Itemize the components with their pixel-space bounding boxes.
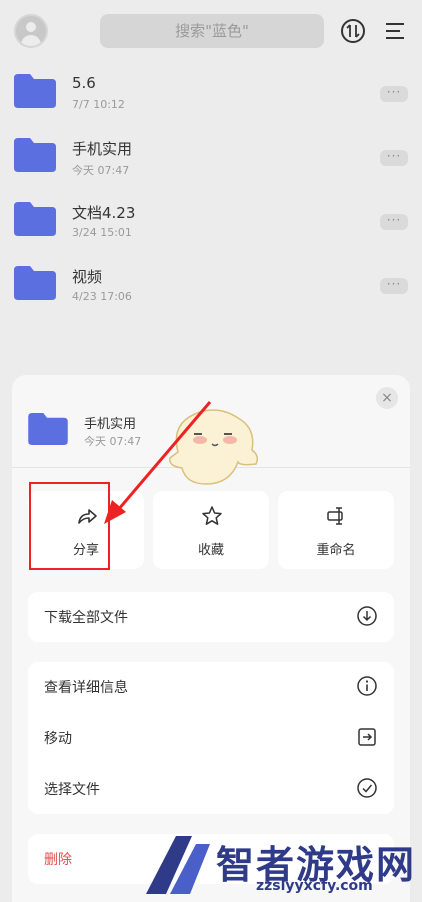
close-icon[interactable]: × [376,387,398,409]
rename-label: 重命名 [316,543,356,558]
file-row[interactable]: 手机实用 今天 07:47 ··· [0,138,422,202]
rename-button[interactable]: 重命名 [278,491,394,569]
details-row[interactable]: 查看详细信息 [28,662,394,712]
file-date: 7/7 10:12 [72,98,125,111]
top-bar: 搜索"蓝色" [0,0,422,64]
star-icon [202,506,222,525]
delete-label: 删除 [44,852,72,868]
move-label: 移动 [44,731,72,747]
more-options-button[interactable]: ··· [380,214,408,230]
select-files-row[interactable]: 选择文件 [28,764,394,814]
file-row[interactable]: 视频 4/23 17:06 ··· [0,266,422,330]
rename-icon [327,507,343,525]
move-icon [358,728,376,746]
more-options-button[interactable]: ··· [380,86,408,102]
more-options-button[interactable]: ··· [380,150,408,166]
download-all-row[interactable]: 下载全部文件 [28,592,394,642]
folder-icon [28,413,68,445]
file-name: 手机实用 [72,140,133,158]
move-row[interactable]: 移动 [28,713,394,763]
select-files-label: 选择文件 [44,782,100,798]
user-avatar[interactable] [14,14,48,48]
file-row[interactable]: 5.6 7/7 10:12 ··· [0,74,422,138]
file-date: 今天 07:47 [72,164,130,177]
selected-folder-name: 手机实用 [84,417,137,432]
menu-icon[interactable] [384,20,406,42]
details-label: 查看详细信息 [44,680,128,696]
mascot-sticker [169,409,259,485]
download-all-label: 下载全部文件 [44,610,128,626]
search-input[interactable]: 搜索"蓝色" [100,14,324,48]
selected-folder-date: 今天 07:47 [84,435,142,448]
options-card: 查看详细信息 移动 选择文件 [28,662,394,814]
file-name: 文档4.23 [72,204,136,222]
more-options-button[interactable]: ··· [380,278,408,294]
download-all-card: 下载全部文件 [28,592,394,642]
file-row[interactable]: 文档4.23 3/24 15:01 ··· [0,202,422,266]
file-name: 视频 [72,268,103,286]
folder-icon [14,202,56,236]
highlight-box [29,482,110,570]
check-circle-icon [357,778,377,798]
sort-icon[interactable] [340,18,366,44]
download-icon [357,606,377,626]
favorite-button[interactable]: 收藏 [153,491,269,569]
file-name: 5.6 [72,74,96,92]
info-icon [357,676,377,696]
folder-icon [14,74,56,108]
file-date: 4/23 17:06 [72,290,132,303]
watermark-url: zzslyyxcfy.com [256,878,373,894]
file-date: 3/24 15:01 [72,226,132,239]
folder-icon [14,266,56,300]
folder-icon [14,138,56,172]
favorite-label: 收藏 [197,543,224,558]
